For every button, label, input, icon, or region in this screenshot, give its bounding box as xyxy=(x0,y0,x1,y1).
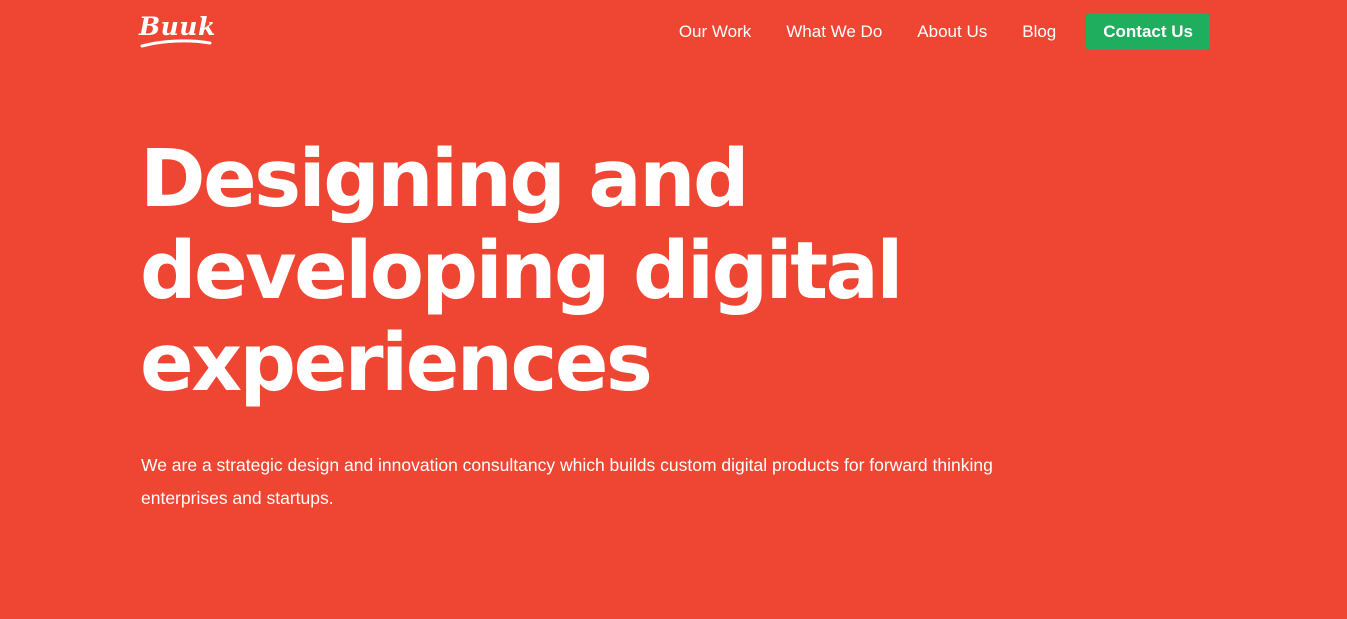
brand-logo[interactable]: Buuk xyxy=(139,14,216,49)
hero-headline: Designing and developing digital experie… xyxy=(140,133,960,409)
main-nav: Our Work What We Do About Us Blog Contac… xyxy=(679,13,1210,50)
hero-subtitle: We are a strategic design and innovation… xyxy=(141,455,993,508)
nav-item-about-us[interactable]: About Us xyxy=(917,22,987,42)
logo-underline-icon xyxy=(140,39,212,48)
hero-headline-line: developing digital xyxy=(140,225,903,317)
contact-us-button[interactable]: Contact Us xyxy=(1086,13,1210,50)
nav-item-our-work[interactable]: Our Work xyxy=(679,22,751,42)
page: Buuk Our Work What We Do About Us Blog C… xyxy=(0,0,1347,619)
nav-item-what-we-do[interactable]: What We Do xyxy=(786,22,882,42)
hero-headline-line: Designing and xyxy=(140,133,750,225)
hero-headline-line: experiences xyxy=(140,317,653,409)
nav-item-blog[interactable]: Blog xyxy=(1022,22,1056,42)
